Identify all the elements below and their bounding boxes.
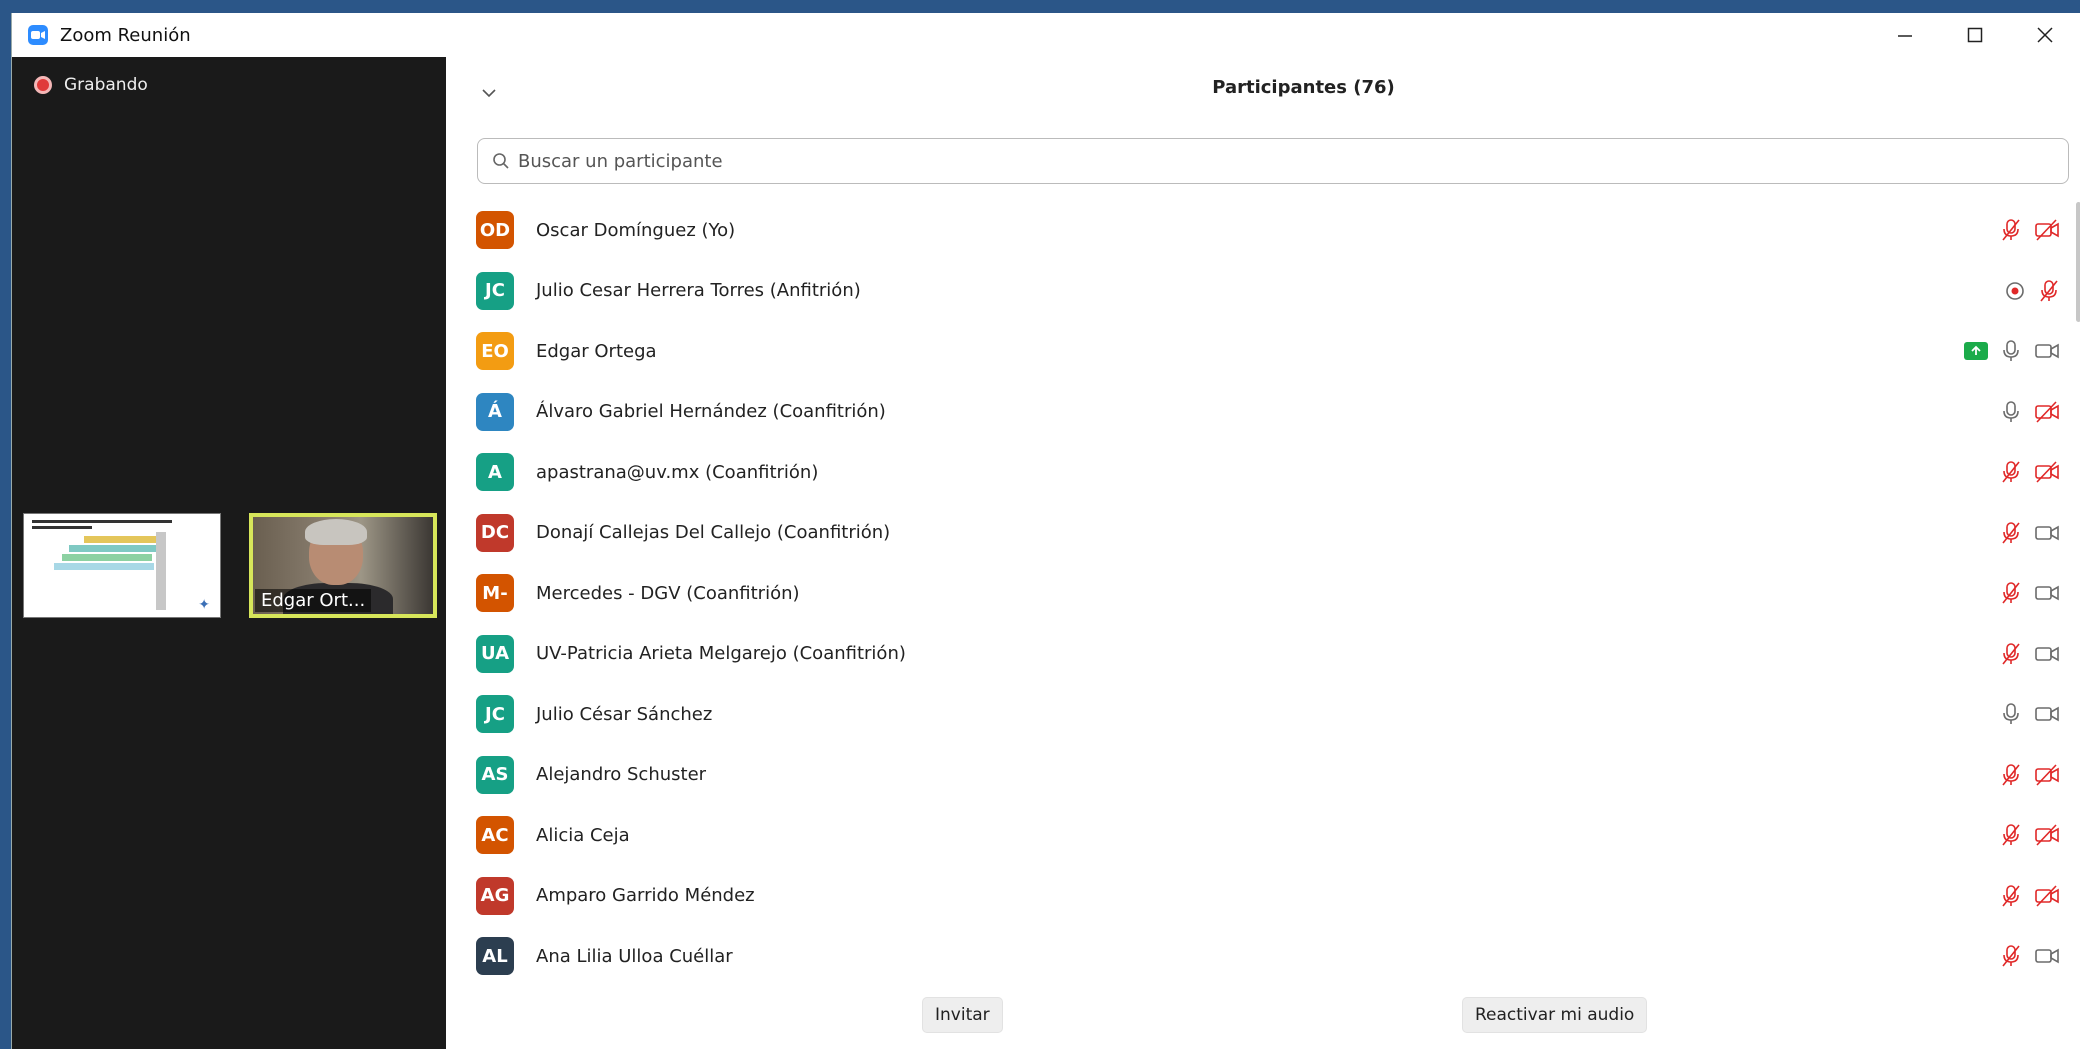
participant-row[interactable]: M- Mercedes - DGV (Coanfitrión) — [476, 563, 2076, 624]
participant-row[interactable]: OD Oscar Domínguez (Yo) — [476, 200, 2076, 261]
unmute-me-button[interactable]: Reactivar mi audio — [1462, 997, 1648, 1033]
mic-muted-icon[interactable] — [2000, 763, 2022, 787]
participant-video-tile[interactable]: Edgar Ort... — [249, 513, 437, 618]
participant-name: Oscar Domínguez (Yo) — [536, 219, 736, 241]
participant-name: Alicia Ceja — [536, 824, 630, 846]
participant-row[interactable]: AL Ana Lilia Ulloa Cuéllar — [476, 926, 2076, 987]
participant-row[interactable]: UA UV-Patricia Arieta Melgarejo (Coanfitr… — [476, 624, 2076, 685]
participant-row[interactable]: DC Donají Callejas Del Callejo (Coanfitri… — [476, 503, 2076, 564]
video-off-icon[interactable] — [2034, 460, 2060, 484]
avatar: OD — [476, 211, 514, 250]
avatar: EO — [476, 332, 514, 371]
participant-name: Julio César Sánchez — [536, 703, 713, 725]
participant-name: Donají Callejas Del Callejo (Coanfitrión… — [536, 522, 891, 544]
video-on-icon[interactable] — [2034, 581, 2060, 605]
mic-on-icon[interactable] — [2000, 702, 2022, 726]
mic-muted-icon[interactable] — [2000, 944, 2022, 968]
recording-label: Grabando — [64, 75, 148, 95]
participant-name: Mercedes - DGV (Coanfitrión) — [536, 582, 800, 604]
avatar: JC — [476, 271, 514, 310]
avatar: DC — [476, 513, 514, 552]
scrollbar[interactable] — [2076, 202, 2080, 322]
recording-indicator[interactable]: Grabando — [34, 75, 148, 95]
mic-on-icon[interactable] — [2000, 400, 2022, 424]
video-off-icon[interactable] — [2034, 763, 2060, 787]
share-screen-icon[interactable] — [1964, 342, 1988, 361]
pin-icon: ✦ — [198, 597, 210, 613]
avatar: AS — [476, 755, 514, 794]
zoom-meeting-window: Zoom Reunión Grabando ✦ Edgar Ort... Par… — [11, 13, 2080, 1049]
avatar: JC — [476, 695, 514, 734]
participant-row[interactable]: Á Álvaro Gabriel Hernández (Coanfitrión) — [476, 382, 2076, 443]
search-box[interactable] — [477, 138, 2069, 184]
recording-icon — [34, 76, 52, 94]
avatar: A — [476, 453, 514, 492]
mic-on-icon[interactable] — [2000, 339, 2022, 363]
search-icon — [493, 153, 509, 169]
participants-title: Participantes (76) — [1212, 77, 1395, 98]
participant-list: OD Oscar Domínguez (Yo) JC Julio Cesar Herr… — [476, 200, 2076, 987]
mic-muted-icon[interactable] — [2000, 884, 2022, 908]
minimize-icon[interactable] — [1870, 13, 1940, 57]
zoom-logo-icon — [28, 25, 48, 45]
maximize-icon[interactable] — [1940, 13, 2010, 57]
video-on-icon[interactable] — [2034, 521, 2060, 545]
participant-name: Alejandro Schuster — [536, 764, 707, 786]
participants-panel: Participantes (76) OD Oscar Domínguez (Yo… — [446, 57, 2080, 1049]
participant-name: Álvaro Gabriel Hernández (Coanfitrión) — [536, 401, 886, 423]
avatar: AC — [476, 816, 514, 855]
video-off-icon[interactable] — [2034, 823, 2060, 847]
video-on-icon[interactable] — [2034, 702, 2060, 726]
shared-screen-thumbnail[interactable]: ✦ — [23, 513, 221, 618]
avatar: Á — [476, 392, 514, 431]
video-tile-name: Edgar Ort... — [255, 589, 372, 612]
participant-row[interactable]: AC Alicia Ceja — [476, 805, 2076, 866]
search-input[interactable] — [518, 150, 2018, 172]
invite-button[interactable]: Invitar — [922, 997, 1003, 1033]
avatar: AG — [476, 876, 514, 915]
mic-muted-icon[interactable] — [2000, 460, 2022, 484]
participant-row[interactable]: JC Julio Cesar Herrera Torres (Anfitrión) — [476, 261, 2076, 322]
participant-name: apastrana@uv.mx (Coanfitrión) — [536, 461, 819, 483]
window-title: Zoom Reunión — [60, 24, 191, 46]
avatar: M- — [476, 574, 514, 613]
participant-name: Julio Cesar Herrera Torres (Anfitrión) — [536, 280, 861, 302]
title-bar: Zoom Reunión — [12, 13, 2080, 57]
participant-name: Amparo Garrido Méndez — [536, 885, 755, 907]
close-icon[interactable] — [2010, 13, 2080, 57]
participant-row[interactable]: EO Edgar Ortega — [476, 321, 2076, 382]
video-off-icon[interactable] — [2034, 218, 2060, 242]
participant-name: UV-Patricia Arieta Melgarejo (Coanfitrió… — [536, 643, 906, 665]
mic-muted-icon[interactable] — [2000, 218, 2022, 242]
avatar: AL — [476, 937, 514, 976]
video-off-icon[interactable] — [2034, 400, 2060, 424]
video-panel: Grabando ✦ Edgar Ort... — [12, 57, 446, 1049]
recording-icon[interactable] — [2004, 280, 2026, 302]
video-on-icon[interactable] — [2034, 944, 2060, 968]
mic-muted-icon[interactable] — [2000, 642, 2022, 666]
participant-name: Ana Lilia Ulloa Cuéllar — [536, 945, 733, 967]
mic-muted-icon[interactable] — [2000, 823, 2022, 847]
participant-row[interactable]: AG Amparo Garrido Méndez — [476, 866, 2076, 927]
video-off-icon[interactable] — [2034, 884, 2060, 908]
video-on-icon[interactable] — [2034, 339, 2060, 363]
participant-name: Edgar Ortega — [536, 340, 657, 362]
panel-footer: Invitar Reactivar mi audio — [446, 997, 2080, 1049]
participant-row[interactable]: Aapastrana@uv.mx (Coanfitrión) — [476, 442, 2076, 503]
participant-row[interactable]: JC Julio César Sánchez — [476, 684, 2076, 745]
mic-muted-icon[interactable] — [2000, 521, 2022, 545]
participant-row[interactable]: AS Alejandro Schuster — [476, 745, 2076, 806]
video-on-icon[interactable] — [2034, 642, 2060, 666]
mic-muted-icon[interactable] — [2000, 581, 2022, 605]
mic-muted-icon[interactable] — [2038, 279, 2060, 303]
avatar: UA — [476, 634, 514, 673]
